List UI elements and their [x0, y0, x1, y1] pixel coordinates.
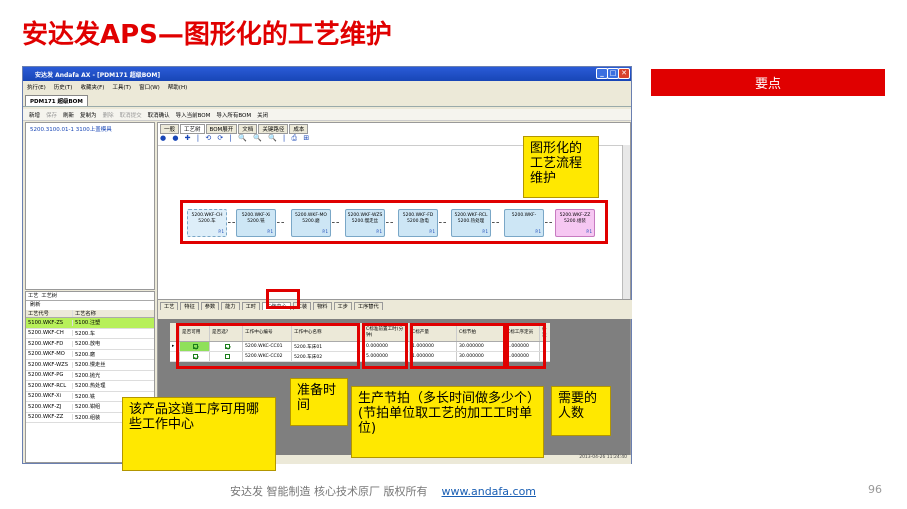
tab-bom-expand[interactable]: BOM展开: [205, 124, 238, 134]
tab-critical-path[interactable]: 关键路径: [258, 124, 289, 134]
page-number: 96: [868, 483, 882, 496]
refresh-button[interactable]: 刷新: [63, 111, 74, 119]
work-center-highlight: [176, 323, 360, 369]
close-button[interactable]: 关闭: [257, 111, 268, 119]
table-row[interactable]: 5100.WKF-ZS 5100.注塑: [26, 318, 154, 329]
doc-tab-bom[interactable]: PDM171 超级BOM: [25, 95, 88, 106]
process-list-header: 工艺代号 工艺名称: [26, 310, 154, 318]
copy-as-button[interactable]: 复制为: [80, 111, 97, 119]
table-row[interactable]: 5200.WKF-WZS 5200.慢走丝: [26, 360, 154, 371]
window-titlebar: 安达发 Andafa AX - [PDM171 超级BOM] _ □ ✕: [23, 67, 631, 81]
grid-toolbar[interactable]: [158, 310, 632, 319]
beat-highlight: [410, 323, 506, 369]
window-title: 安达发 Andafa AX - [PDM171 超级BOM]: [35, 71, 161, 79]
work-center-callout: 该产品这道工序可用哪些工作中心: [122, 397, 276, 471]
process-list-tabs: 工艺 工艺树: [26, 292, 154, 301]
slide-title: 安达发APS—图形化的工艺维护: [22, 20, 392, 50]
tab-process-detail[interactable]: 工艺: [160, 302, 179, 310]
beat-callout: 生产节拍（多长时间做多少个）(节拍单位取工艺的加工工时单位): [351, 386, 544, 458]
table-row[interactable]: 5200.WKF-MO 5200.磨: [26, 350, 154, 360]
bom-tree: 5200.3100.01-1 3100上盖模具: [25, 122, 155, 290]
detail-tabs: 工艺 特征 参数 能力 工时 工作中心 工装 物料 工步 工序替代: [158, 300, 632, 310]
tab-general[interactable]: 一般: [160, 124, 180, 134]
staff-callout: 需要的人数: [551, 386, 611, 436]
flow-highlight: [180, 200, 608, 244]
status-time: 2013-04-26 11:24:40: [579, 455, 627, 460]
tab-feature[interactable]: 特征: [180, 302, 199, 310]
menu-bar: 执行(E) 历史(T) 收藏夹(F) 工具(T) 窗口(W) 帮助(H): [23, 81, 631, 93]
tab-process-tree-left[interactable]: 工艺树: [41, 292, 57, 300]
tab-capability[interactable]: 能力: [221, 302, 240, 310]
prep-time-callout: 准备时间: [290, 378, 348, 426]
menu-favorites[interactable]: 收藏夹(F): [80, 83, 104, 91]
tab-substitute[interactable]: 工序替代: [353, 302, 383, 310]
main-toolbar: 新增 保存 刷新 复制为 删除 取消提交 取消确认 导入当前BOM 导入所有BO…: [23, 109, 631, 121]
close-icon[interactable]: ✕: [618, 68, 630, 79]
tab-cost[interactable]: 成本: [289, 124, 309, 134]
table-row[interactable]: 5200.WKF-FD 5200.放电: [26, 339, 154, 350]
tab-material[interactable]: 物料: [313, 302, 332, 310]
tab-process[interactable]: 工艺: [28, 292, 38, 300]
table-row[interactable]: 5200.WKF-PG 5200.抛光: [26, 371, 154, 381]
cancel-submit-button[interactable]: 取消提交: [120, 111, 142, 119]
canvas-tools[interactable]: ● ● ✚ | ⟲ ⟳ | 🔍 🔍 🔍 | ⎙ ⊞: [160, 134, 311, 143]
menu-execute[interactable]: 执行(E): [27, 83, 46, 91]
footer-link[interactable]: www.andafa.com: [442, 485, 537, 498]
new-button[interactable]: 新增: [29, 111, 40, 119]
tab-process-tree[interactable]: 工艺树: [180, 124, 205, 134]
save-button[interactable]: 保存: [46, 111, 57, 119]
refresh-link[interactable]: 刷新: [26, 301, 154, 310]
tab-documents[interactable]: 文档: [238, 124, 258, 134]
menu-history[interactable]: 历史(T): [54, 83, 73, 91]
prep-time-highlight: [362, 323, 408, 369]
delete-button[interactable]: 删除: [103, 111, 114, 119]
import-current-bom-button[interactable]: 导入当前BOM: [176, 111, 211, 119]
slide-footer: 安达发 智能制造 核心技术原厂 版权所有 www.andafa.com: [230, 485, 537, 498]
menu-tools[interactable]: 工具(T): [112, 83, 131, 91]
staff-highlight: [506, 323, 546, 369]
tab-highlight: [266, 289, 300, 309]
cancel-confirm-button[interactable]: 取消确认: [148, 111, 170, 119]
import-all-bom-button[interactable]: 导入所有BOM: [216, 111, 251, 119]
menu-help[interactable]: 帮助(H): [168, 83, 187, 91]
document-tabs: PDM171 超级BOM: [23, 94, 631, 107]
flow-callout: 图形化的工艺流程维护: [523, 136, 599, 198]
table-row[interactable]: 5200.WKF-RCL 5200.热处理: [26, 381, 154, 392]
key-points-banner: 要点: [651, 69, 885, 96]
menu-window[interactable]: 窗口(W): [139, 83, 160, 91]
tree-node[interactable]: 5200.3100.01-1 3100上盖模具: [30, 127, 112, 133]
table-row[interactable]: 5200.WKF-CH 5200.车: [26, 329, 154, 339]
tab-work-hours[interactable]: 工时: [241, 302, 260, 310]
tab-params[interactable]: 参数: [200, 302, 220, 310]
tab-step[interactable]: 工步: [333, 302, 352, 310]
process-tabs: 一般 工艺树 BOM展开 文档 关键路径 成本: [158, 124, 309, 134]
